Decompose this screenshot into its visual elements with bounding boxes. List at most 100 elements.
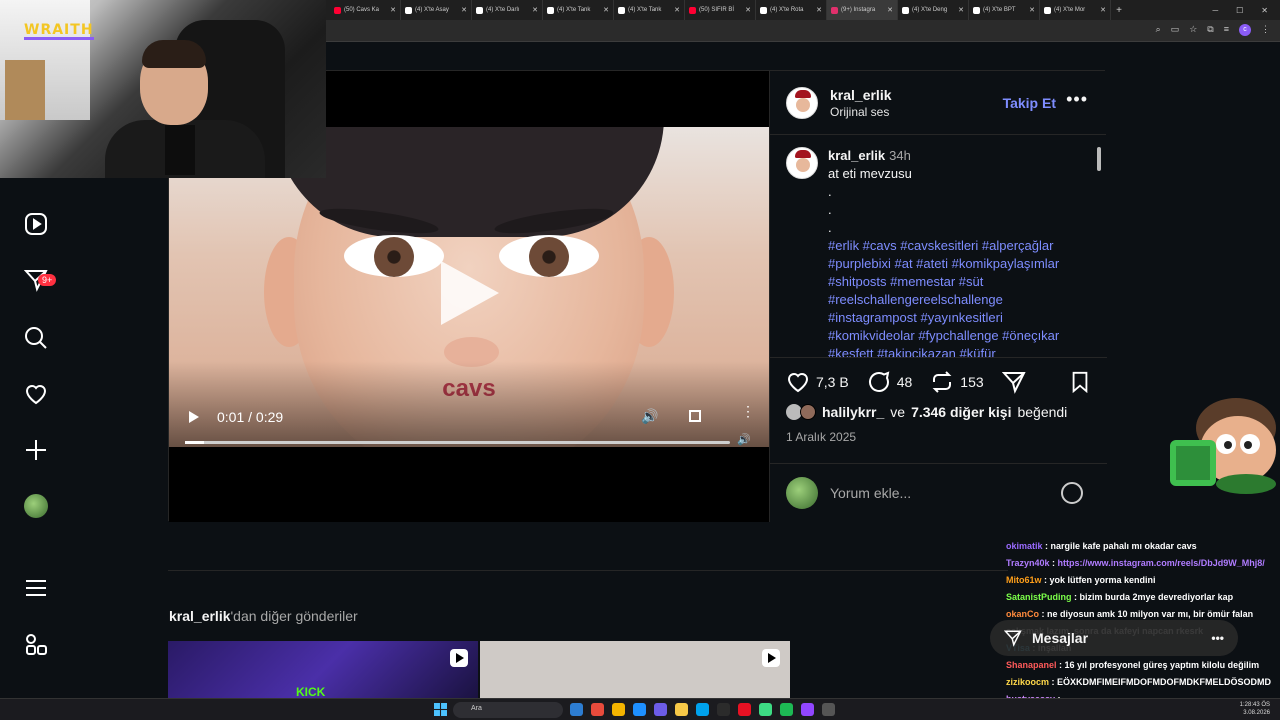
messages-bar[interactable]: Mesajlar ••• <box>990 620 1238 656</box>
video-more-icon[interactable]: ⋮ <box>741 404 755 418</box>
more-posts-username[interactable]: kral_erlik <box>169 608 231 624</box>
hashtag-line[interactable]: #shitposts #memestar #süt <box>828 273 1059 291</box>
chat-username[interactable]: Trazyn40k <box>1006 558 1050 568</box>
reposts-count[interactable]: 153 <box>960 374 983 390</box>
nav-messages[interactable]: 9+ <box>22 266 57 294</box>
hashtag-line[interactable]: #purplebixi #at #ateti #komikpaylaşımlar <box>828 255 1059 273</box>
cast-icon[interactable]: ▭ <box>1171 24 1180 36</box>
windows-start-icon[interactable] <box>434 703 447 716</box>
hashtag-line[interactable]: #reelschallengereelschallenge <box>828 291 1059 309</box>
new-tab-button[interactable]: + <box>1111 5 1127 16</box>
emoji-icon[interactable] <box>1061 482 1083 504</box>
hashtag-line[interactable]: #komikvideolar #fypchallenge #öneçıkar <box>828 327 1059 345</box>
browser-tab[interactable]: (4) X'te Darlı ✕ <box>472 0 543 20</box>
tab-close-icon[interactable]: ✕ <box>532 6 538 14</box>
tab-close-icon[interactable]: ✕ <box>887 6 893 14</box>
post-options-icon[interactable]: ••• <box>1066 89 1088 110</box>
hashtag-line[interactable]: #instagrampost #yayınkesitleri <box>828 309 1059 327</box>
taskbar-app-icon[interactable] <box>717 703 730 716</box>
taskbar-app-icon[interactable] <box>654 703 667 716</box>
chat-username[interactable]: okanCo <box>1006 609 1039 619</box>
tab-close-icon[interactable]: ✕ <box>1029 6 1035 14</box>
browser-tab[interactable]: (4) X'te Deng ✕ <box>898 0 969 20</box>
taskbar-app-icon[interactable] <box>822 703 835 716</box>
follow-button[interactable]: Takip Et <box>1003 95 1056 111</box>
chat-username[interactable]: zizikoocm <box>1006 677 1049 687</box>
profile-avatar[interactable]: c <box>1239 24 1251 36</box>
taskbar-app-icon[interactable] <box>696 703 709 716</box>
taskbar-clock[interactable]: 1:28:43 ÖS 3.08.2026 <box>1240 701 1270 717</box>
author-avatar[interactable] <box>786 86 818 119</box>
browser-menu-icon[interactable]: ⋮ <box>1261 24 1270 36</box>
big-play-icon[interactable] <box>441 261 499 325</box>
fullscreen-icon[interactable] <box>689 410 701 422</box>
comment-icon[interactable] <box>867 370 891 394</box>
taskbar-app-icon[interactable] <box>675 703 688 716</box>
search-page-icon[interactable]: ⌕ <box>1156 24 1161 36</box>
post-thumbnail[interactable]: KICK <box>168 641 478 699</box>
repost-icon[interactable] <box>930 370 954 394</box>
liked-by-others[interactable]: 7.346 diğer kişi <box>911 404 1011 420</box>
tab-close-icon[interactable]: ✕ <box>958 6 964 14</box>
hashtag-line[interactable]: #keşfett #takipçikazan #küfür <box>828 345 1059 357</box>
close-window-icon[interactable]: ✕ <box>1261 6 1268 15</box>
video-seek-bar[interactable] <box>185 441 730 444</box>
taskbar-app-icon[interactable] <box>780 703 793 716</box>
tab-close-icon[interactable]: ✕ <box>461 6 467 14</box>
hashtag-line[interactable]: #erlik #cavs #cavskesitleri #alperçağlar <box>828 237 1059 255</box>
browser-tab[interactable]: (50) SIFIR Bİ ✕ <box>685 0 756 20</box>
volume-icon[interactable]: 🔊 <box>641 408 658 425</box>
chat-username[interactable]: okimatik <box>1006 541 1043 551</box>
nav-notifications[interactable] <box>22 380 50 408</box>
taskbar-app-icon[interactable] <box>633 703 646 716</box>
caption-avatar[interactable] <box>786 147 818 179</box>
nav-search[interactable] <box>22 324 50 352</box>
taskbar-app-icon[interactable] <box>759 703 772 716</box>
caption-username[interactable]: kral_erlik <box>828 148 885 163</box>
comments-count[interactable]: 48 <box>897 374 913 390</box>
chat-username[interactable]: SatanistPuding <box>1006 592 1072 602</box>
nav-create[interactable] <box>22 436 50 464</box>
tab-close-icon[interactable]: ✕ <box>816 6 822 14</box>
taskbar-search[interactable]: Ara <box>453 702 563 718</box>
likes-count[interactable]: 7,3 B <box>816 374 849 390</box>
taskbar-app-icon[interactable] <box>738 703 751 716</box>
chat-username[interactable]: Shanapanel <box>1006 660 1057 670</box>
caption-scrollbar[interactable] <box>1096 137 1102 359</box>
tab-close-icon[interactable]: ✕ <box>745 6 751 14</box>
play-icon[interactable] <box>189 411 199 423</box>
share-icon[interactable] <box>1001 370 1026 394</box>
tab-close-icon[interactable]: ✕ <box>390 6 396 14</box>
browser-tab[interactable]: (4) X'te Mor ✕ <box>1040 0 1111 20</box>
browser-tab[interactable]: (9+) Instagra ✕ <box>827 0 898 20</box>
reading-icon[interactable]: ≡ <box>1224 24 1229 36</box>
extensions-icon[interactable]: ⧉ <box>1207 24 1213 36</box>
chat-username[interactable]: Mito61w <box>1006 575 1042 585</box>
browser-tab[interactable]: (4) X'te Rota ✕ <box>756 0 827 20</box>
browser-tab[interactable]: (4) X'te BPT ✕ <box>969 0 1040 20</box>
save-bookmark-icon[interactable] <box>1069 371 1091 393</box>
like-heart-icon[interactable] <box>786 370 810 394</box>
mute-icon[interactable]: 🔊 <box>737 433 751 446</box>
liked-by-user[interactable]: halilykrr_ <box>822 404 884 420</box>
browser-tab[interactable]: (4) X'te Asay ✕ <box>401 0 472 20</box>
taskbar-app-icon[interactable] <box>801 703 814 716</box>
minimize-icon[interactable]: ─ <box>1212 6 1218 15</box>
audio-label[interactable]: Orijinal ses <box>830 105 892 119</box>
messages-more-icon[interactable]: ••• <box>1211 631 1224 645</box>
tab-close-icon[interactable]: ✕ <box>603 6 609 14</box>
nav-reels[interactable] <box>22 210 50 238</box>
taskbar-app-icon[interactable] <box>612 703 625 716</box>
author-username[interactable]: kral_erlik <box>830 87 892 103</box>
post-thumbnail[interactable] <box>480 641 790 699</box>
nav-profile[interactable] <box>22 492 50 520</box>
browser-tab[interactable]: (4) X'te Tank ✕ <box>543 0 614 20</box>
nav-also-from-meta[interactable] <box>22 630 50 658</box>
browser-tab[interactable]: (50) Cavs Ka ✕ <box>330 0 401 20</box>
maximize-icon[interactable]: ☐ <box>1236 6 1243 15</box>
nav-more[interactable] <box>22 574 50 602</box>
bookmark-star-icon[interactable]: ☆ <box>1189 24 1197 36</box>
taskbar-app-icon[interactable] <box>570 703 583 716</box>
browser-tab[interactable]: (4) X'te Tank ✕ <box>614 0 685 20</box>
tab-close-icon[interactable]: ✕ <box>1100 6 1106 14</box>
